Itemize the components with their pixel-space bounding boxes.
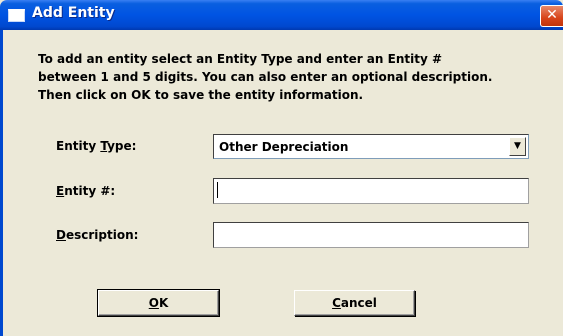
window-icon xyxy=(8,9,25,22)
entity-type-label: Entity Type: xyxy=(56,139,137,153)
instructions-text: To add an entity select an Entity Type a… xyxy=(38,52,493,102)
add-entity-dialog: Add Entity ✕ To add an entity select an … xyxy=(0,0,563,336)
description-input[interactable] xyxy=(213,222,529,248)
window-border xyxy=(0,30,3,336)
cancel-button[interactable]: Cancel xyxy=(294,290,415,316)
description-label: Description: xyxy=(56,228,139,242)
entity-type-selected-value: Other Depreciation xyxy=(219,140,349,154)
close-button[interactable]: ✕ xyxy=(540,5,563,27)
entity-type-select[interactable]: Other Depreciation ▼ xyxy=(213,134,529,159)
entity-number-input[interactable] xyxy=(213,178,529,204)
window-title: Add Entity xyxy=(32,5,115,21)
ok-button[interactable]: OK xyxy=(97,289,220,317)
title-bar[interactable]: Add Entity ✕ xyxy=(0,0,563,30)
entity-number-label: Entity #: xyxy=(56,184,116,198)
text-caret xyxy=(217,182,218,198)
chevron-down-icon[interactable]: ▼ xyxy=(509,137,526,156)
